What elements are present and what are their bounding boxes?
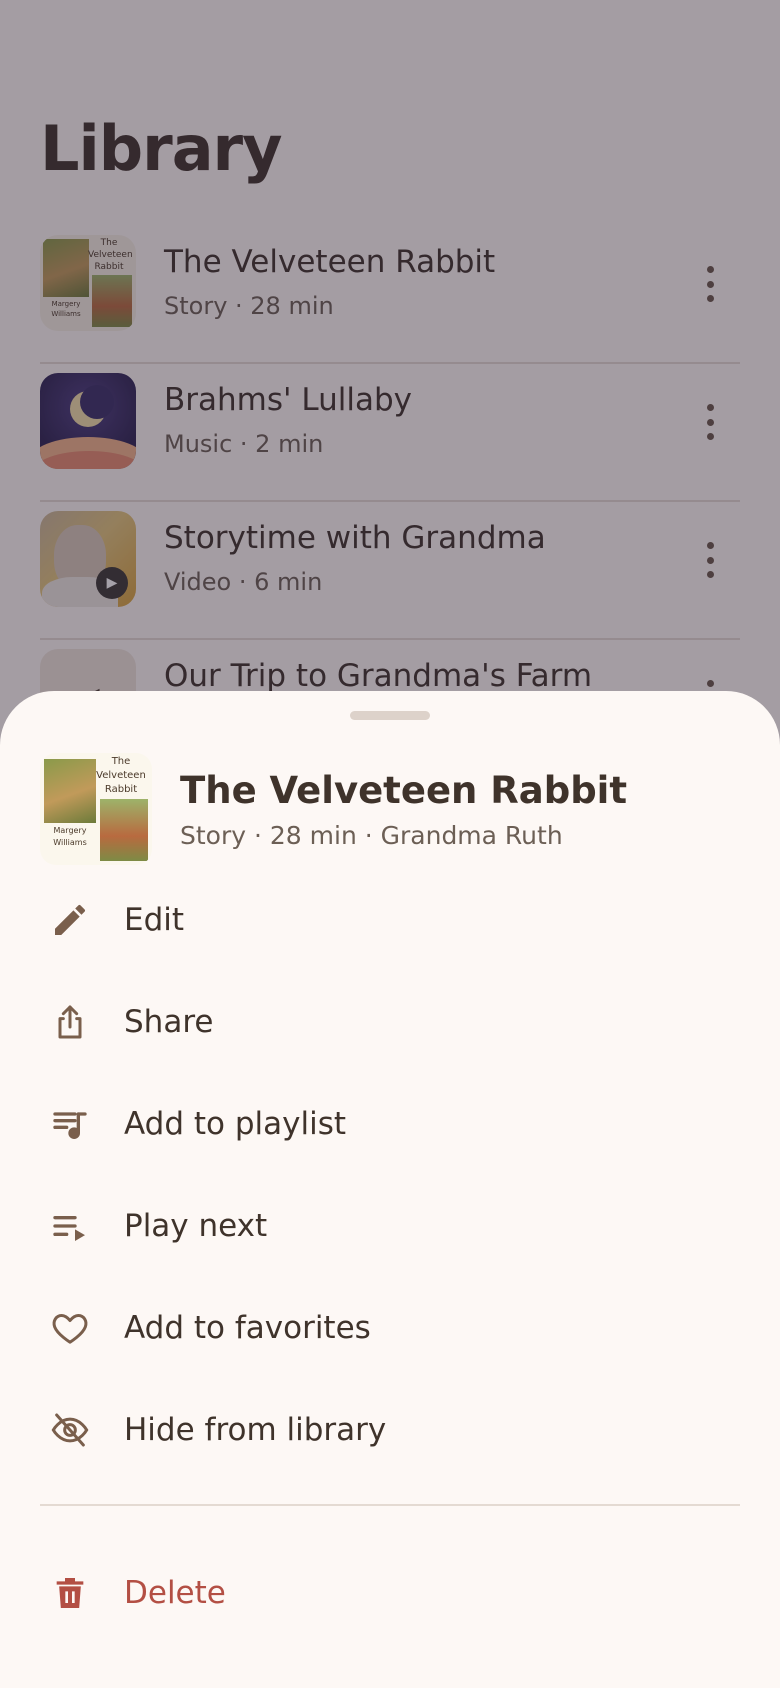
menu-divider (40, 1504, 740, 1506)
eye-off-icon (50, 1410, 90, 1450)
playlist-add-icon (50, 1104, 90, 1144)
sheet-subtitle: Story · 28 min · Grandma Ruth (180, 821, 563, 850)
play-next-icon (50, 1206, 90, 1246)
add-to-playlist-menu-item[interactable]: Add to playlist (0, 1073, 780, 1175)
edit-menu-item[interactable]: Edit (0, 869, 780, 971)
delete-menu-item[interactable]: Delete (0, 1543, 780, 1643)
bottom-sheet: The Velveteen Rabbit Margery Williams Th… (0, 691, 780, 1688)
book-cover-thumbnail: The Velveteen Rabbit Margery Williams (40, 753, 152, 865)
sheet-title: The Velveteen Rabbit (180, 769, 628, 812)
action-menu: Edit Share Add to playlist Play next Add… (0, 869, 780, 1481)
screen: Library The Velveteen Rabbit Margery Wil… (0, 0, 780, 1688)
share-menu-item[interactable]: Share (0, 971, 780, 1073)
pencil-icon (50, 900, 90, 940)
add-to-favorites-menu-item[interactable]: Add to favorites (0, 1277, 780, 1379)
hide-from-library-menu-item[interactable]: Hide from library (0, 1379, 780, 1481)
drag-handle[interactable] (350, 711, 430, 720)
trash-icon (50, 1573, 90, 1613)
heart-icon (50, 1308, 90, 1348)
play-next-menu-item[interactable]: Play next (0, 1175, 780, 1277)
share-icon (50, 1002, 90, 1042)
